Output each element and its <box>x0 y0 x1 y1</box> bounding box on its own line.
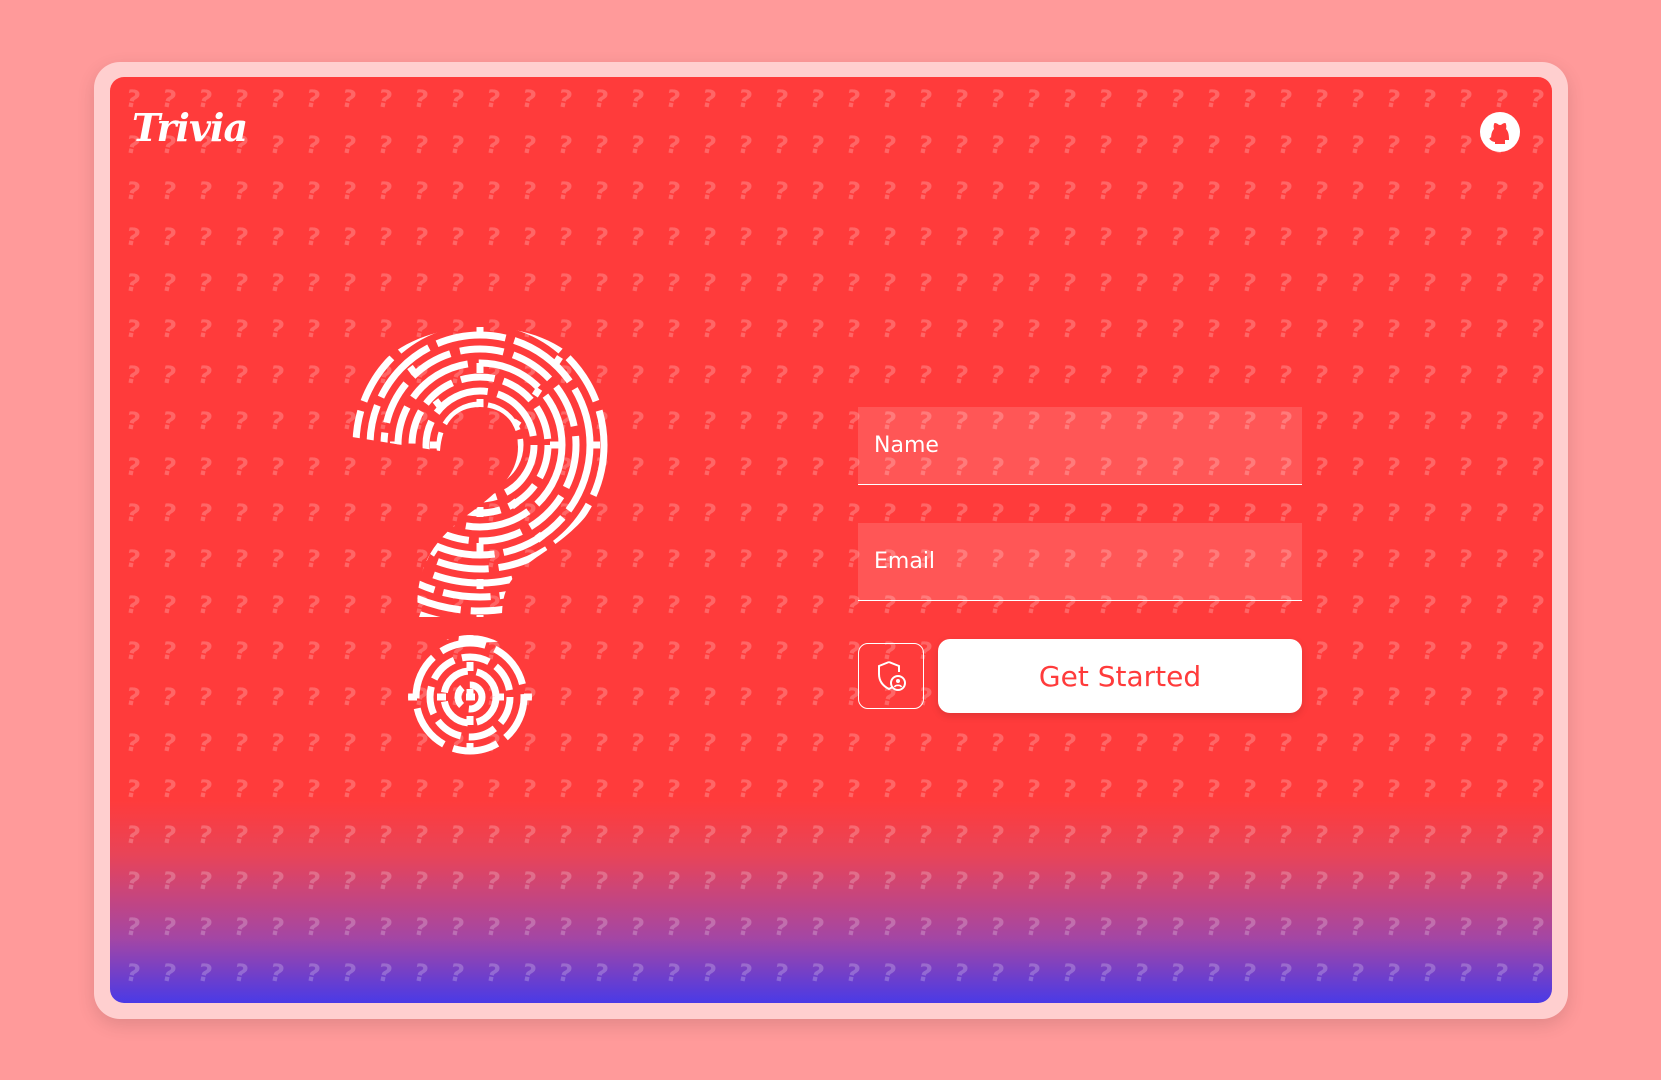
shield-user-icon <box>878 661 906 691</box>
name-field <box>858 407 1302 485</box>
form-actions: Get Started <box>858 639 1302 713</box>
app-frame: ? Trivia <box>94 62 1568 1019</box>
admin-button[interactable] <box>858 643 924 709</box>
question-mark-pattern: ? <box>110 77 1552 1003</box>
name-input[interactable] <box>858 407 1302 484</box>
trivia-logo[interactable]: Trivia <box>132 105 248 150</box>
email-field <box>858 523 1302 601</box>
email-input[interactable] <box>858 523 1302 600</box>
start-form: Get Started <box>858 407 1302 713</box>
github-icon[interactable] <box>1478 110 1522 154</box>
app-screen: ? Trivia <box>110 77 1552 1003</box>
maze-question-mark-icon <box>351 327 612 759</box>
get-started-button[interactable]: Get Started <box>938 639 1302 713</box>
